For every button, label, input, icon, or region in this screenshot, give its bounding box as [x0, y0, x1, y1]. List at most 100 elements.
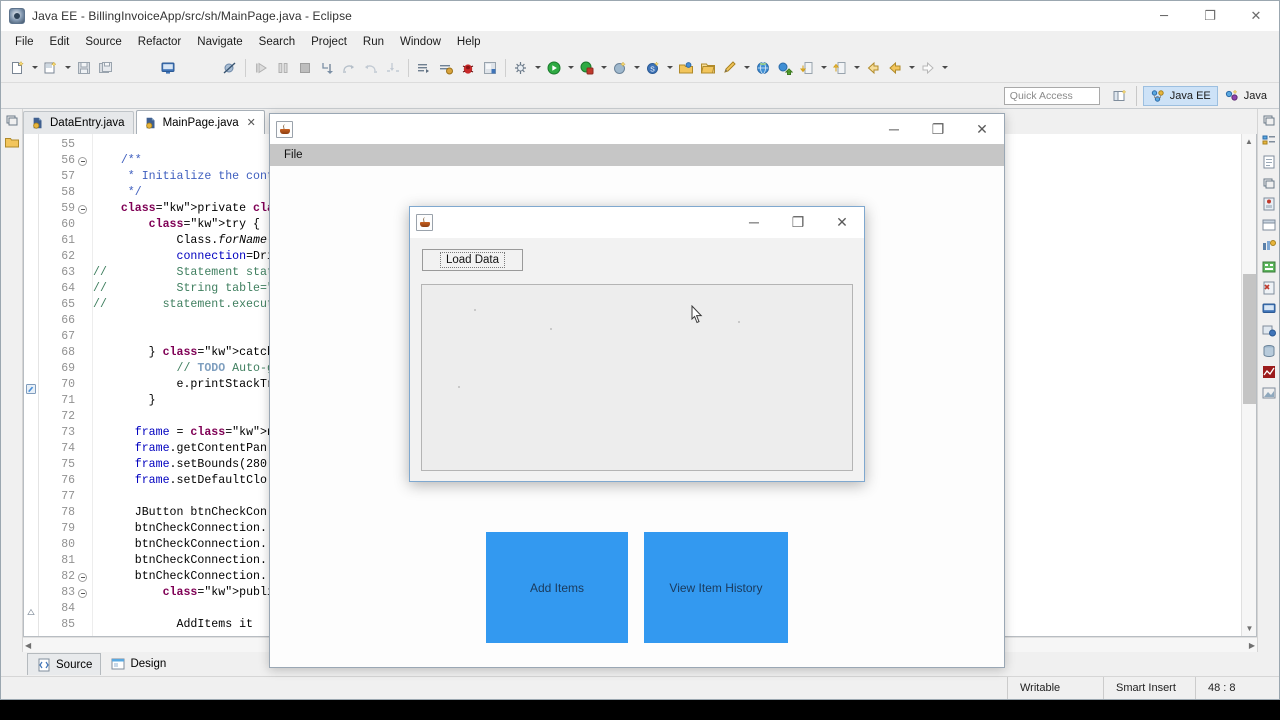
back-icon[interactable]	[884, 57, 906, 79]
menu-help[interactable]: Help	[449, 34, 489, 50]
snippets-view-icon[interactable]	[1261, 238, 1277, 254]
import-icon[interactable]	[796, 57, 818, 79]
search-pencil-dropdown-icon[interactable]	[741, 57, 752, 79]
open-console-icon[interactable]	[157, 57, 179, 79]
open-perspective-icon[interactable]	[1110, 86, 1130, 106]
new-wizard-icon[interactable]	[7, 57, 29, 79]
step-return-icon[interactable]	[360, 57, 382, 79]
menu-window[interactable]: Window	[392, 34, 449, 50]
scroll-down-icon[interactable]: ▼	[1242, 621, 1257, 636]
fold-toggle-icon[interactable]	[78, 157, 87, 166]
annotation-ruler[interactable]	[24, 134, 39, 636]
import-dropdown-icon[interactable]	[818, 57, 829, 79]
add-items-button[interactable]: Add Items	[486, 532, 628, 643]
markers-view-icon[interactable]	[1261, 322, 1277, 338]
problems-view-icon[interactable]	[1261, 280, 1277, 296]
jframe-menu-file[interactable]: File	[278, 147, 309, 163]
scroll-left-icon[interactable]: ◀	[25, 641, 31, 650]
progress-view-icon[interactable]	[1261, 385, 1277, 401]
perspective-java[interactable]: Java	[1218, 86, 1273, 106]
servers-view-icon[interactable]	[1261, 196, 1277, 212]
quick-access-input[interactable]: Quick Access	[1003, 86, 1100, 105]
coverage-dropdown-icon[interactable]	[631, 57, 642, 79]
menu-source[interactable]: Source	[77, 34, 129, 50]
external-tools-dropdown-icon[interactable]	[532, 57, 543, 79]
terminate-icon[interactable]	[294, 57, 316, 79]
editor-tab-mainpage[interactable]: MainPage.java ✕	[135, 110, 265, 134]
step-over-icon[interactable]	[338, 57, 360, 79]
minimize-view-icon[interactable]	[1261, 175, 1277, 191]
export-icon[interactable]	[829, 57, 851, 79]
forward-icon[interactable]	[917, 57, 939, 79]
restore-view-icon[interactable]	[4, 112, 20, 128]
scroll-up-icon[interactable]: ▲	[1242, 134, 1256, 149]
data-source-explorer-icon[interactable]	[1261, 343, 1277, 359]
open-type-icon[interactable]	[479, 57, 501, 79]
jdialog-maximize-button[interactable]: ❐	[776, 207, 820, 237]
perspective-java-ee[interactable]: Java EE	[1142, 85, 1218, 106]
load-data-jdialog[interactable]: ─ ❐ ✕ Load Data	[409, 206, 865, 482]
save-all-icon[interactable]	[95, 57, 117, 79]
data-display-panel[interactable]	[421, 284, 853, 471]
restore-view-icon[interactable]	[1261, 112, 1277, 128]
minimize-button[interactable]: ─	[1141, 1, 1187, 31]
tab-source[interactable]: Source	[27, 653, 102, 675]
skip-all-breakpoints-icon[interactable]	[219, 57, 241, 79]
fold-toggle-icon[interactable]	[78, 573, 87, 582]
suspend-icon[interactable]	[272, 57, 294, 79]
jdialog-close-button[interactable]: ✕	[820, 207, 864, 237]
debug-dropdown-icon[interactable]	[598, 57, 609, 79]
editor-tab-dataentry[interactable]: DataEntry.java	[23, 111, 134, 134]
tab-design[interactable]: Design	[101, 654, 175, 674]
menu-run[interactable]: Run	[355, 34, 392, 50]
external-tools-icon[interactable]	[510, 57, 532, 79]
history-view-icon[interactable]	[1261, 364, 1277, 380]
scrollbar-thumb[interactable]	[1243, 274, 1256, 404]
coverage-icon[interactable]	[609, 57, 631, 79]
close-button[interactable]: ✕	[1233, 1, 1279, 31]
task-list-icon[interactable]	[1261, 154, 1277, 170]
back-history-icon[interactable]	[862, 57, 884, 79]
forward-dropdown-icon[interactable]	[939, 57, 950, 79]
save-icon[interactable]	[73, 57, 95, 79]
outline-view-icon[interactable]	[1261, 133, 1277, 149]
menu-project[interactable]: Project	[303, 34, 355, 50]
close-icon[interactable]: ✕	[247, 116, 256, 129]
run-last-tool-icon[interactable]: S	[642, 57, 664, 79]
debug-bug-icon[interactable]	[457, 57, 479, 79]
fold-toggle-icon[interactable]	[78, 589, 87, 598]
maximize-button[interactable]: ❐	[1187, 1, 1233, 31]
palette-view-icon[interactable]	[1261, 259, 1277, 275]
load-data-button[interactable]: Load Data	[422, 249, 523, 271]
resume-icon[interactable]	[250, 57, 272, 79]
web-browser-icon[interactable]	[752, 57, 774, 79]
run-last-dropdown-icon[interactable]	[664, 57, 675, 79]
project-explorer-icon[interactable]	[4, 134, 20, 150]
jframe-close-button[interactable]: ✕	[960, 114, 1004, 144]
jframe-maximize-button[interactable]: ❐	[916, 114, 960, 144]
run-dropdown-icon[interactable]	[565, 57, 576, 79]
view-item-history-button[interactable]: View Item History	[644, 532, 788, 643]
new-wizard-dropdown-icon[interactable]	[29, 57, 40, 79]
console-view-icon[interactable]	[1261, 301, 1277, 317]
menu-file[interactable]: File	[7, 34, 42, 50]
drop-to-frame-icon[interactable]	[382, 57, 404, 79]
jdialog-minimize-button[interactable]: ─	[732, 207, 776, 237]
menu-navigate[interactable]: Navigate	[189, 34, 250, 50]
step-into-icon[interactable]	[316, 57, 338, 79]
debug-icon[interactable]	[576, 57, 598, 79]
properties-view-icon[interactable]	[1261, 217, 1277, 233]
server-publish-icon[interactable]	[774, 57, 796, 79]
menu-edit[interactable]: Edit	[42, 34, 78, 50]
editor-vertical-scrollbar[interactable]: ▲ ▼	[1241, 134, 1256, 636]
open-package-icon[interactable]	[675, 57, 697, 79]
toggle-breakpoint-icon[interactable]	[435, 57, 457, 79]
menu-search[interactable]: Search	[251, 34, 303, 50]
search-pencil-icon[interactable]	[719, 57, 741, 79]
export-dropdown-icon[interactable]	[851, 57, 862, 79]
scroll-right-icon[interactable]: ▶	[1249, 641, 1255, 650]
menu-refactor[interactable]: Refactor	[130, 34, 189, 50]
next-annotation-icon[interactable]	[413, 57, 435, 79]
open-folder-icon[interactable]	[697, 57, 719, 79]
back-dropdown-icon[interactable]	[906, 57, 917, 79]
